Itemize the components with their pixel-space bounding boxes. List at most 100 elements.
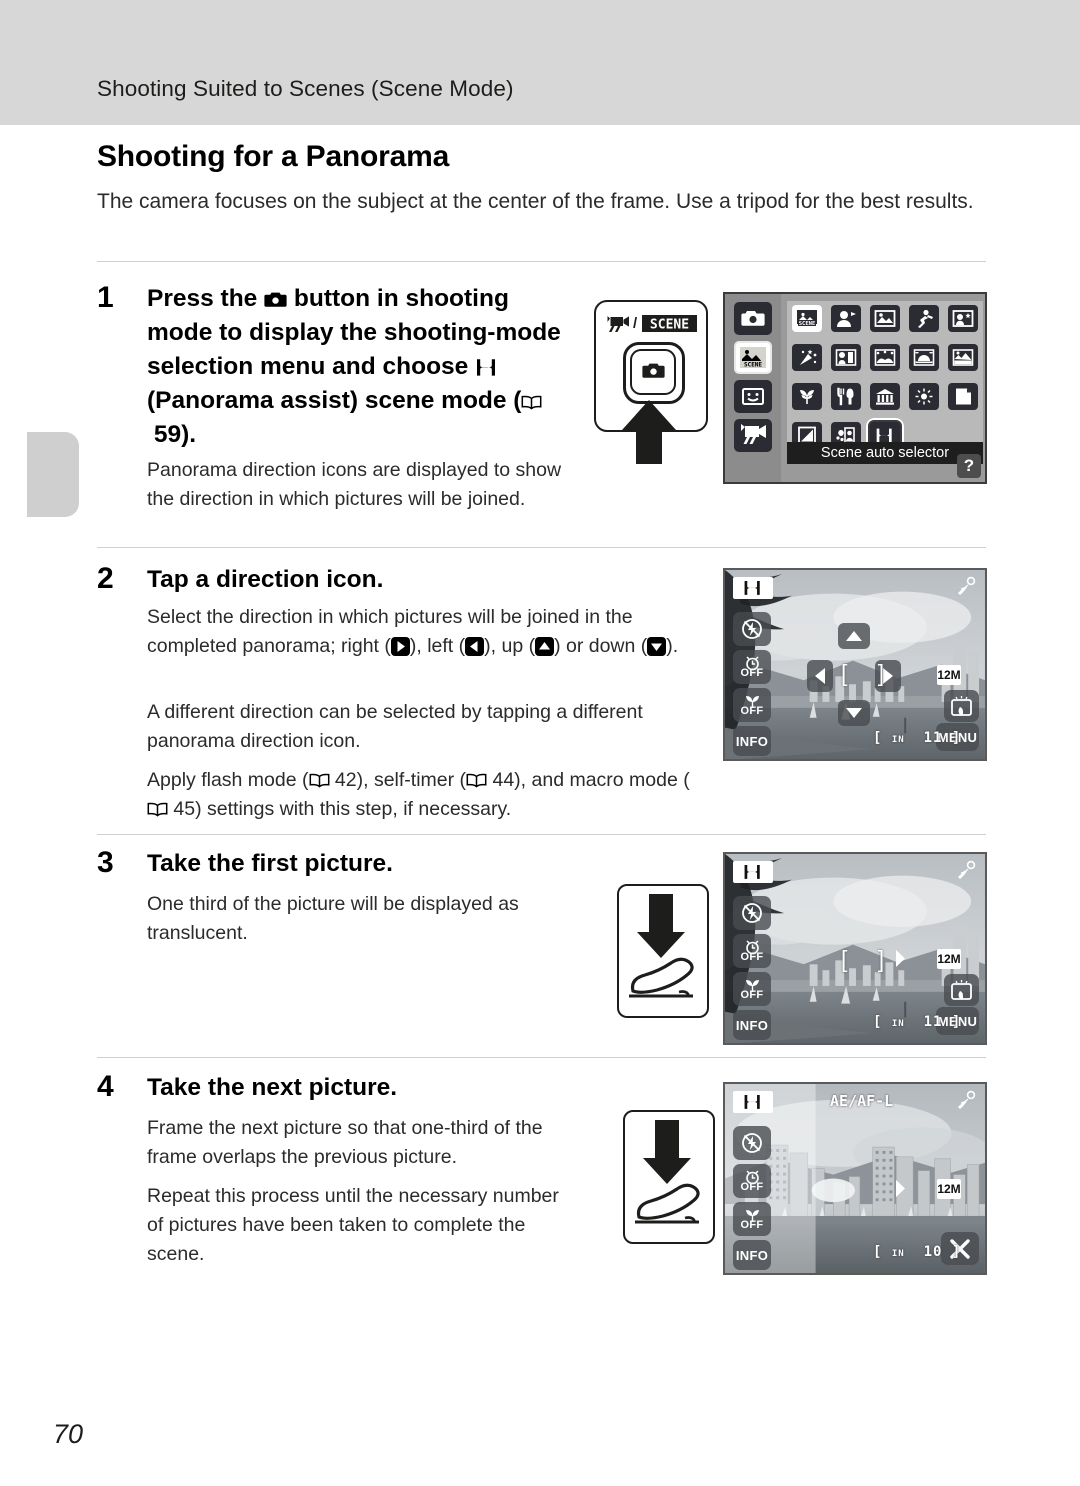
macro-mode-button[interactable]: OFF bbox=[733, 972, 771, 1006]
self-timer-button[interactable]: OFF bbox=[733, 934, 771, 968]
step-4-heading: Take the next picture. bbox=[147, 1074, 398, 1101]
scene-grid-item-close-up[interactable] bbox=[792, 383, 822, 410]
scene-grid-item-snow[interactable] bbox=[870, 344, 900, 371]
scene-menu-caption: Scene auto selector bbox=[787, 442, 983, 464]
step-2-heading: Tap a direction icon. bbox=[147, 566, 384, 593]
frame-counter: [ IN 11 ] bbox=[873, 730, 962, 746]
step-1-heading-text-a: Press the bbox=[147, 285, 265, 312]
page-intro: The camera focuses on the subject at the… bbox=[97, 190, 974, 213]
scene-mode-icon: SCENE bbox=[740, 347, 766, 369]
auto-mode-icon bbox=[741, 311, 765, 326]
step-2-text-c: ), up ( bbox=[484, 635, 536, 657]
image-size-badge: 12M bbox=[937, 949, 961, 969]
sidebar-item-smart-portrait[interactable] bbox=[734, 380, 772, 413]
running-title: Shooting Suited to Scenes (Scene Mode) bbox=[97, 76, 514, 101]
mode-badge-panorama bbox=[733, 1091, 773, 1113]
svg-text:SCENE: SCENE bbox=[650, 318, 689, 333]
step-4-body-para-1: Frame the next picture so that one-third… bbox=[147, 1117, 543, 1168]
step-2-number: 2 bbox=[97, 562, 114, 595]
divider-above-step-4 bbox=[97, 1057, 986, 1058]
scene-grid-item-food[interactable] bbox=[831, 383, 861, 410]
shutter-button-inner-ring bbox=[630, 349, 676, 395]
scene-grid-item-night-portrait[interactable] bbox=[948, 305, 978, 332]
touch-shutter-button[interactable] bbox=[944, 974, 979, 1006]
scene-grid-item-museum[interactable] bbox=[870, 383, 900, 410]
left-direction-button[interactable] bbox=[807, 660, 833, 692]
step-3-body: One third of the picture will be display… bbox=[147, 893, 519, 944]
figure-scene-selection-menu: SCENE SCENE Scene auto selector ? bbox=[723, 292, 987, 484]
self-timer-state: OFF bbox=[740, 950, 764, 963]
panorama-assist-icon bbox=[744, 1095, 760, 1109]
scene-grid-item-portrait[interactable] bbox=[831, 305, 861, 332]
step-1-heading: Press the button in shooting mode to dis… bbox=[147, 282, 577, 452]
shutter-button-ring[interactable] bbox=[623, 342, 685, 404]
sidebar-item-scene-mode[interactable]: SCENE bbox=[734, 341, 772, 374]
step-3-heading: Take the first picture. bbox=[147, 850, 393, 877]
frame-counter: [ IN 10 ] bbox=[873, 1244, 962, 1260]
flash-off-icon bbox=[742, 903, 762, 923]
touch-shutter-icon bbox=[951, 696, 972, 716]
sidebar-item-movie-mode[interactable] bbox=[734, 419, 772, 452]
ae-af-lock-indicator: AE/AF-L bbox=[830, 1092, 894, 1110]
frame-counter: [ IN 11 ] bbox=[873, 1014, 962, 1030]
step-1-heading-ref: 59 bbox=[153, 421, 182, 448]
figure-lcd-step-2: OFF OFF INFO [ ] 12M MENU [ IN 11] bbox=[723, 568, 987, 761]
step-1-body: Panorama direction icons are displayed t… bbox=[147, 459, 562, 510]
movie-mode-icon bbox=[741, 424, 766, 444]
panorama-assist-icon bbox=[744, 581, 760, 595]
down-direction-icon bbox=[647, 636, 667, 656]
scene-grid-item-sports[interactable] bbox=[909, 305, 939, 332]
manual-page: Shooting Suited to Scenes (Scene Mode) M… bbox=[0, 0, 1080, 1486]
step-1-number: 1 bbox=[97, 281, 114, 314]
mode-button-label: / SCENE bbox=[606, 313, 698, 335]
scene-grid-item-fireworks[interactable] bbox=[909, 383, 939, 410]
self-timer-button[interactable]: OFF bbox=[733, 1164, 771, 1198]
mode-badge-panorama bbox=[733, 861, 773, 883]
sidebar-item-auto-mode[interactable] bbox=[734, 302, 772, 335]
macro-mode-button[interactable]: OFF bbox=[733, 1202, 771, 1236]
frame-counter-value: 11 bbox=[923, 1014, 943, 1030]
scene-grid-item-copy[interactable] bbox=[948, 383, 978, 410]
right-direction-indicator-icon bbox=[896, 1180, 905, 1197]
press-up-arrow-icon bbox=[621, 400, 677, 464]
scene-grid-item-landscape[interactable] bbox=[870, 305, 900, 332]
left-direction-icon bbox=[465, 636, 485, 656]
flash-off-button[interactable] bbox=[733, 612, 771, 646]
step-4-number: 4 bbox=[97, 1070, 114, 1103]
press-shutter-illustration bbox=[635, 1120, 700, 1224]
info-button[interactable]: INFO bbox=[733, 726, 771, 756]
info-button[interactable]: INFO bbox=[733, 1240, 771, 1270]
touch-shutter-button[interactable] bbox=[944, 690, 979, 722]
scene-grid-item-dusk-dawn[interactable] bbox=[948, 344, 978, 371]
scene-grid-item-scene-auto-selector[interactable]: SCENE bbox=[792, 305, 822, 332]
step-2-p3-a: Apply flash mode ( bbox=[147, 769, 309, 791]
scene-menu-grid: SCENE bbox=[787, 301, 983, 453]
section-tab bbox=[27, 432, 79, 517]
macro-state: OFF bbox=[740, 1218, 764, 1231]
step-2-p3-ref1: 42 bbox=[334, 769, 357, 791]
flash-off-button[interactable] bbox=[733, 896, 771, 930]
macro-mode-button[interactable]: OFF bbox=[733, 688, 771, 722]
page-ref-book-icon bbox=[309, 773, 330, 788]
scene-grid-item-beach[interactable] bbox=[831, 344, 861, 371]
down-direction-button[interactable] bbox=[838, 700, 870, 726]
info-button[interactable]: INFO bbox=[733, 1010, 771, 1040]
svg-text:/: / bbox=[633, 315, 638, 332]
flash-off-icon bbox=[742, 1133, 762, 1153]
scene-grid-item-sunset[interactable] bbox=[909, 344, 939, 371]
right-direction-indicator-icon bbox=[896, 950, 905, 967]
step-2-text-e: ). bbox=[666, 635, 679, 657]
scene-grid-item-party-indoor[interactable] bbox=[792, 344, 822, 371]
right-direction-icon bbox=[390, 636, 410, 656]
page-number: 70 bbox=[53, 1419, 84, 1449]
self-timer-button[interactable]: OFF bbox=[733, 650, 771, 684]
scene-menu-sidebar: SCENE bbox=[725, 294, 781, 482]
step-2-body-para-1: Select the direction in which pictures w… bbox=[147, 603, 707, 661]
mode-badge-panorama bbox=[733, 577, 773, 599]
gps-icon bbox=[958, 576, 976, 595]
divider-above-step-3 bbox=[97, 834, 986, 835]
up-direction-button[interactable] bbox=[838, 623, 870, 649]
step-1-heading-text-c: ( bbox=[147, 387, 156, 414]
help-button[interactable]: ? bbox=[957, 454, 981, 478]
flash-off-button[interactable] bbox=[733, 1126, 771, 1160]
